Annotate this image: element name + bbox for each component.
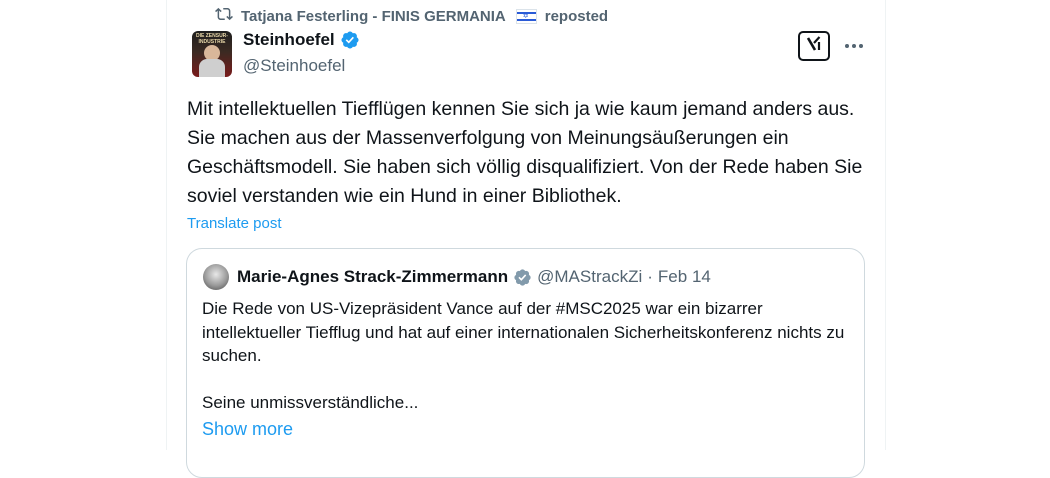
repost-context[interactable]: Tatjana Festerling - FINIS GERMANIA ✡ re… bbox=[215, 6, 608, 26]
more-icon[interactable] bbox=[842, 36, 866, 56]
grok-icon bbox=[804, 34, 824, 59]
quoted-display-name[interactable]: Marie-Agnes Strack-Zimmermann bbox=[237, 267, 508, 287]
quoted-text: Die Rede von US-Vizepräsident Vance auf … bbox=[202, 299, 845, 412]
israel-flag-icon: ✡ bbox=[515, 8, 537, 24]
quoted-verified-badge-icon[interactable] bbox=[513, 268, 532, 287]
avatar-book-title: DIE ZENSUR-INDUSTRIE bbox=[196, 33, 228, 45]
author-display-name[interactable]: Steinhoefel bbox=[243, 30, 335, 50]
show-more-link[interactable]: Show more bbox=[202, 419, 293, 440]
post-text: Mit intellektuellen Tiefflügen kennen Si… bbox=[187, 98, 863, 207]
repost-icon bbox=[215, 5, 233, 27]
verified-badge-icon[interactable] bbox=[340, 30, 360, 50]
quoted-avatar[interactable] bbox=[203, 264, 229, 290]
quoted-separator: · bbox=[647, 267, 653, 286]
avatar[interactable]: DIE ZENSUR-INDUSTRIE bbox=[192, 31, 232, 77]
quoted-author-row: Marie-Agnes Strack-Zimmermann @MAStrackZ… bbox=[237, 267, 711, 287]
quoted-post[interactable]: Marie-Agnes Strack-Zimmermann @MAStrackZ… bbox=[186, 248, 865, 478]
grok-button[interactable] bbox=[798, 31, 830, 61]
repost-action-label: reposted bbox=[544, 7, 609, 25]
translate-post-link[interactable]: Translate post bbox=[187, 215, 282, 232]
author-handle[interactable]: @Steinhoefel bbox=[243, 56, 345, 76]
quoted-date[interactable]: Feb 14 bbox=[658, 267, 711, 287]
quoted-handle[interactable]: @MAStrackZi bbox=[537, 267, 642, 287]
reposter-name[interactable]: Tatjana Festerling - FINIS GERMANIA bbox=[241, 8, 506, 25]
author-row: Steinhoefel bbox=[243, 30, 360, 50]
